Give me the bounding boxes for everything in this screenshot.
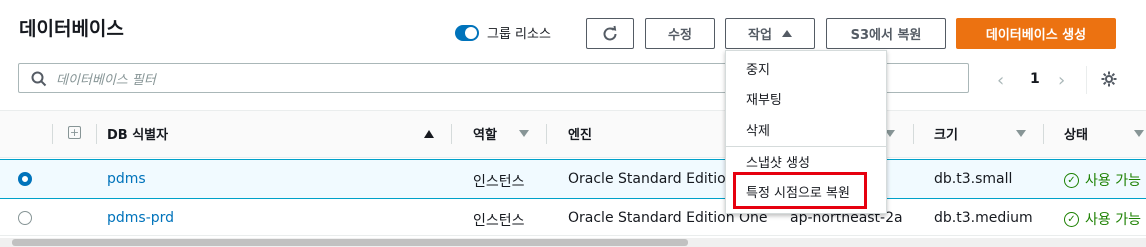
column-engine[interactable]: 엔진 [568, 124, 592, 143]
db-identifier-link[interactable]: pdms-prd [107, 210, 174, 226]
sort-icon[interactable] [519, 130, 529, 137]
group-resources-toggle[interactable] [455, 25, 479, 41]
sort-icon[interactable] [1134, 130, 1144, 137]
modify-button[interactable]: 수정 [645, 18, 715, 49]
menu-item-stop[interactable]: 중지 [746, 59, 770, 78]
restore-from-s3-button[interactable]: S3에서 복원 [826, 18, 946, 49]
row-radio[interactable] [18, 211, 32, 225]
status-badge: ✓ 사용 가능 [1064, 209, 1141, 229]
check-circle-icon: ✓ [1064, 172, 1079, 188]
divider [1086, 66, 1087, 94]
sort-icon[interactable] [1016, 130, 1026, 137]
page-title: 데이터베이스 [19, 18, 124, 40]
status-badge: ✓ 사용 가능 [1064, 170, 1141, 190]
db-identifier-link[interactable]: pdms [107, 171, 146, 187]
check-circle-icon: ✓ [1064, 211, 1079, 227]
gear-icon[interactable] [1100, 70, 1118, 88]
caret-up-icon [781, 30, 792, 37]
role-cell: 인스턴스 [473, 174, 525, 190]
column-db-identifier[interactable]: DB 식별자 [107, 124, 168, 143]
engine-cell: Oracle Standard Edition One [568, 171, 725, 187]
size-cell: db.t3.small [934, 171, 1013, 187]
menu-divider [726, 146, 886, 147]
column-role[interactable]: 역할 [473, 124, 497, 143]
row-radio-selected[interactable] [18, 172, 32, 186]
column-status[interactable]: 상태 [1064, 124, 1088, 143]
refresh-icon [603, 25, 617, 40]
size-cell: db.t3.medium [934, 210, 1033, 226]
expand-all-icon[interactable]: + [68, 126, 81, 139]
highlight-box [733, 172, 867, 209]
create-database-button[interactable]: 데이터베이스 생성 [956, 18, 1116, 49]
horizontal-scrollbar[interactable] [0, 238, 1146, 247]
role-cell: 인스턴스 [473, 213, 525, 229]
chevron-right-icon[interactable]: › [1058, 70, 1065, 91]
column-size[interactable]: 크기 [934, 124, 958, 143]
page-number[interactable]: 1 [1030, 71, 1040, 87]
actions-button[interactable]: 작업 [725, 18, 815, 49]
actions-label: 작업 [748, 28, 772, 43]
refresh-button[interactable] [586, 18, 634, 49]
sort-ascending-icon[interactable] [424, 130, 434, 138]
menu-item-reboot[interactable]: 재부팅 [746, 89, 782, 108]
chevron-left-icon[interactable]: ‹ [997, 70, 1004, 91]
search-placeholder: 데이터베이스 필터 [56, 73, 156, 88]
group-resources-label: 그룹 리소스 [487, 27, 551, 42]
search-icon [31, 71, 47, 87]
menu-item-delete[interactable]: 삭제 [746, 120, 770, 139]
menu-item-create-snapshot[interactable]: 스냅샷 생성 [746, 152, 810, 171]
